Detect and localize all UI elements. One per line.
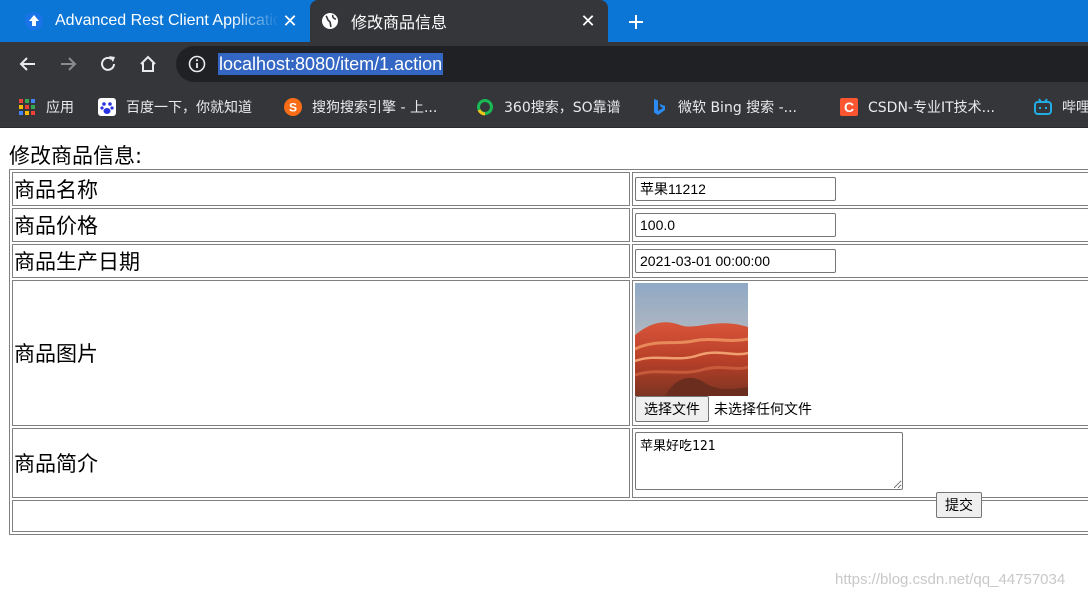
bookmark-csdn[interactable]: C CSDN-专业IT技术... [840,95,995,119]
item-picture-image [635,283,748,396]
item-price-cell [632,208,1088,242]
item-createtime-label: 商品生产日期 [12,244,630,278]
sogou-icon: S [284,98,302,116]
item-createtime-input[interactable] [635,249,836,273]
bilibili-icon [1034,98,1052,116]
file-picker: 选择文件 未选择任何文件 [635,396,1088,422]
bookmark-apps[interactable]: 应用 [18,95,74,119]
item-pic-cell: 选择文件 未选择任何文件 [632,280,1088,426]
bookmark-label: 百度一下，你就知道 [126,100,252,116]
info-icon[interactable] [188,55,206,73]
reload-icon [101,56,115,71]
forward-arrow-icon [61,57,77,71]
tab-title: Advanced Rest Client Application [55,12,280,29]
browser-tab-strip: Advanced Rest Client Application ✕ 修改商品信… [0,0,1088,42]
item-createtime-cell [632,244,1088,278]
submit-button[interactable]: 提交 [936,492,982,518]
apps-grid-icon [18,98,36,116]
bookmark-label: 应用 [46,100,74,116]
table-row [12,500,1088,532]
browser-toolbar: localhost:8080/item/1.action [0,42,1088,86]
reload-button[interactable] [94,50,122,78]
bookmark-label: 哔哩 [1062,100,1088,116]
item-detail-textarea[interactable]: 苹果好吃121 [635,432,903,490]
tab-advanced-rest-client[interactable]: Advanced Rest Client Application ✕ [14,0,310,42]
close-icon[interactable]: ✕ [280,11,300,31]
item-price-label: 商品价格 [12,208,630,242]
tab-edit-item[interactable]: 修改商品信息 ✕ [310,0,608,42]
table-row: 商品名称 [12,172,1088,206]
bookmarks-bar: 应用 百度一下，你就知道 S 搜狗搜索引擎 - 上... 360搜索，SO靠谱 … [0,86,1088,128]
item-detail-cell: 苹果好吃121 [632,428,1088,498]
bookmark-label: 微软 Bing 搜索 -... [678,100,798,116]
home-icon [140,55,156,72]
url-text[interactable]: localhost:8080/item/1.action [218,53,444,75]
no-file-chosen-text: 未选择任何文件 [714,402,812,418]
globe-icon [321,12,339,30]
bookmark-sogou[interactable]: S 搜狗搜索引擎 - 上... [284,95,437,119]
back-button[interactable] [14,50,42,78]
bookmark-label: 360搜索，SO靠谱 [504,100,621,116]
bing-icon [650,98,668,116]
page-content: 修改商品信息: 商品名称 商品价格 商品生产日期 商品图片 [0,128,1088,599]
item-name-cell [632,172,1088,206]
tab-title: 修改商品信息 [351,15,448,32]
edit-item-form-table: 商品名称 商品价格 商品生产日期 商品图片 [9,169,1088,535]
bookmark-label: 搜狗搜索引擎 - 上... [312,100,438,116]
bookmark-label: CSDN-专业IT技术... [868,100,995,116]
item-detail-label: 商品简介 [12,428,630,498]
arc-upload-arrow-icon [25,12,43,30]
360-icon [476,98,494,116]
table-row: 商品简介 苹果好吃121 [12,428,1088,498]
close-icon[interactable]: ✕ [578,11,598,31]
item-price-input[interactable] [635,213,836,237]
table-row: 商品图片 选择文件 未选择任何文件 [12,280,1088,426]
choose-file-button[interactable]: 选择文件 [635,396,709,422]
submit-cell [12,500,1088,532]
table-row: 商品生产日期 [12,244,1088,278]
svg-text:C: C [844,99,854,115]
plus-icon [629,15,643,29]
bookmark-baidu[interactable]: 百度一下，你就知道 [98,95,252,119]
new-tab-button[interactable] [622,8,650,36]
csdn-icon: C [840,98,858,116]
page-title: 修改商品信息: [9,144,143,168]
svg-text:S: S [289,101,297,115]
item-pic-label: 商品图片 [12,280,630,426]
address-bar[interactable]: localhost:8080/item/1.action [176,46,1088,82]
bookmark-bilibili[interactable]: 哔哩 [1034,95,1088,119]
watermark-text: https://blog.csdn.net/qq_44757034 [835,571,1066,588]
item-name-label: 商品名称 [12,172,630,206]
baidu-paw-icon [98,98,116,116]
table-row: 商品价格 [12,208,1088,242]
bookmark-bing[interactable]: 微软 Bing 搜索 -... [650,95,797,119]
item-name-input[interactable] [635,177,836,201]
bookmark-360[interactable]: 360搜索，SO靠谱 [476,95,621,119]
forward-button[interactable] [54,50,82,78]
home-button[interactable] [134,50,162,78]
back-arrow-icon [19,57,35,71]
